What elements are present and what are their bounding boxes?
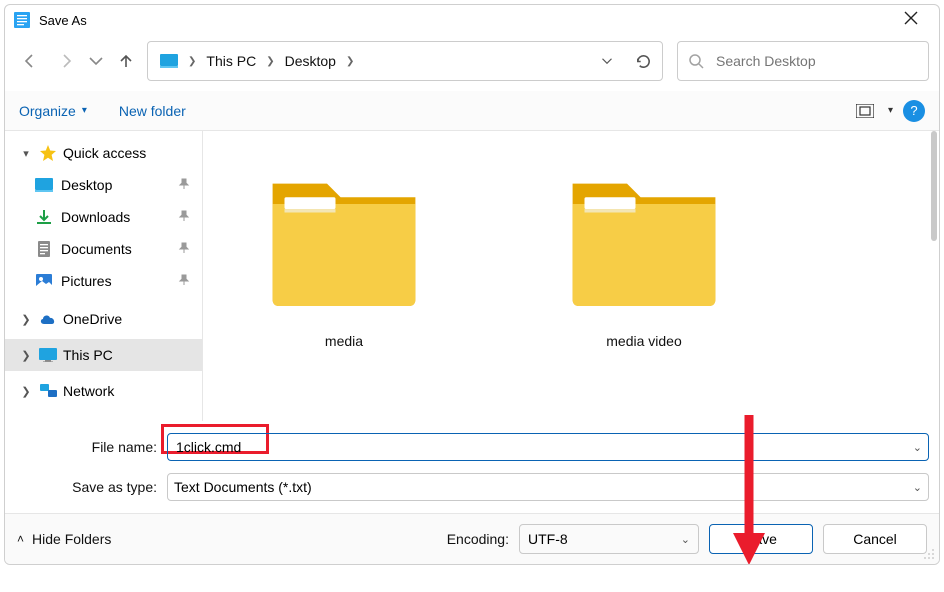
tree-label: Desktop: [61, 177, 112, 193]
pin-icon: [178, 242, 190, 257]
search-box[interactable]: [677, 41, 929, 81]
nav-up-button[interactable]: [111, 45, 141, 77]
cancel-button[interactable]: Cancel: [823, 524, 927, 554]
tree-downloads[interactable]: Downloads: [5, 201, 202, 233]
chevron-right-icon: ❯: [19, 385, 33, 398]
caret-down-icon: ▾: [82, 105, 87, 116]
cancel-button-label: Cancel: [853, 531, 897, 547]
chevron-up-icon: ˄: [17, 532, 24, 546]
refresh-icon: [635, 53, 652, 70]
search-icon: [688, 53, 704, 69]
document-icon: [35, 240, 53, 258]
file-name-label: File name:: [15, 439, 167, 455]
chevron-down-icon: ⌄: [675, 533, 690, 546]
scrollbar-thumb[interactable]: [931, 131, 937, 241]
chevron-down-icon[interactable]: ⌄: [907, 441, 922, 454]
download-icon: [35, 208, 53, 226]
tree-documents[interactable]: Documents: [5, 233, 202, 265]
tree-onedrive[interactable]: ❯ OneDrive: [5, 303, 202, 335]
pin-icon: [178, 178, 190, 193]
encoding-value: UTF-8: [528, 531, 568, 547]
address-bar[interactable]: ❯ This PC ❯ Desktop ❯: [147, 41, 663, 81]
nav-forward-button[interactable]: [51, 45, 81, 77]
breadcrumb-chevron-icon[interactable]: ❯: [262, 56, 278, 67]
tree-label: Downloads: [61, 209, 130, 225]
arrow-right-icon: [58, 53, 74, 69]
tree-label: OneDrive: [63, 311, 122, 327]
hide-folders-label: Hide Folders: [32, 531, 111, 547]
file-name-input-wrapper[interactable]: ⌄: [167, 433, 929, 461]
tree-desktop[interactable]: Desktop: [5, 169, 202, 201]
folder-label: media video: [606, 333, 682, 349]
address-root[interactable]: [154, 54, 184, 68]
save-button-label: Save: [745, 531, 777, 547]
caret-down-icon: ▾: [888, 105, 893, 116]
encoding-label: Encoding:: [447, 531, 509, 547]
refresh-button[interactable]: [630, 48, 656, 74]
tree-quick-access[interactable]: ▾ Quick access: [5, 137, 202, 169]
scrollbar[interactable]: [931, 131, 939, 421]
breadcrumb-desktop[interactable]: Desktop: [279, 53, 342, 69]
breadcrumb-chevron-icon[interactable]: ❯: [342, 56, 358, 67]
chevron-down-icon: [88, 53, 104, 69]
file-name-input[interactable]: [174, 438, 907, 456]
save-button[interactable]: Save: [709, 524, 813, 554]
tree-label: Quick access: [63, 145, 146, 161]
view-mode-button[interactable]: ▾: [856, 104, 893, 118]
nav-recent-dropdown[interactable]: [87, 45, 105, 77]
breadcrumb-this-pc[interactable]: This PC: [200, 53, 262, 69]
chevron-right-icon: ❯: [19, 313, 33, 326]
pin-icon: [178, 274, 190, 289]
encoding-select[interactable]: UTF-8 ⌄: [519, 524, 699, 554]
help-button[interactable]: ?: [903, 100, 925, 122]
save-as-type-select[interactable]: Text Documents (*.txt) ⌄: [167, 473, 929, 501]
arrow-left-icon: [22, 53, 38, 69]
content-pane[interactable]: media media video: [203, 131, 939, 421]
pictures-icon: [35, 272, 53, 290]
tree-network[interactable]: ❯ Network: [5, 375, 202, 407]
monitor-icon: [39, 346, 57, 364]
window-title: Save As: [39, 13, 891, 28]
organize-label: Organize: [19, 103, 76, 119]
close-icon: [904, 11, 918, 29]
chevron-right-icon: ❯: [19, 349, 33, 362]
organize-button[interactable]: Organize ▾: [19, 103, 87, 119]
view-icon: [856, 104, 874, 118]
chevron-down-icon: ⌄: [907, 481, 922, 494]
resize-grip[interactable]: [921, 546, 935, 560]
monitor-icon: [160, 54, 178, 68]
cloud-icon: [39, 310, 57, 328]
save-as-type-value: Text Documents (*.txt): [174, 479, 312, 495]
folder-label: media: [325, 333, 363, 349]
chevron-down-icon: [601, 55, 613, 67]
chevron-down-icon: ▾: [19, 147, 33, 160]
folder-icon: [559, 153, 729, 323]
folder-icon: [259, 153, 429, 323]
arrow-up-icon: [118, 53, 134, 69]
network-icon: [39, 382, 57, 400]
breadcrumb-chevron-icon[interactable]: ❯: [184, 56, 200, 67]
tree-this-pc[interactable]: ❯ This PC: [5, 339, 202, 371]
star-icon: [39, 144, 57, 162]
folder-item[interactable]: media: [229, 153, 459, 399]
help-icon: ?: [910, 103, 917, 118]
notepad-app-icon: [13, 11, 31, 29]
hide-folders-button[interactable]: ˄ Hide Folders: [17, 531, 111, 547]
desktop-icon: [35, 176, 53, 194]
new-folder-button[interactable]: New folder: [119, 103, 186, 119]
nav-back-button[interactable]: [15, 45, 45, 77]
tree-label: This PC: [63, 347, 113, 363]
pin-icon: [178, 210, 190, 225]
tree-label: Network: [63, 383, 114, 399]
search-input[interactable]: [714, 52, 918, 70]
close-button[interactable]: [891, 11, 931, 29]
address-history-dropdown[interactable]: [594, 48, 620, 74]
folder-item[interactable]: media video: [529, 153, 759, 399]
folder-tree: ▾ Quick access Desktop: [5, 131, 203, 421]
tree-label: Pictures: [61, 273, 112, 289]
tree-label: Documents: [61, 241, 132, 257]
tree-pictures[interactable]: Pictures: [5, 265, 202, 297]
save-as-type-label: Save as type:: [15, 479, 167, 495]
